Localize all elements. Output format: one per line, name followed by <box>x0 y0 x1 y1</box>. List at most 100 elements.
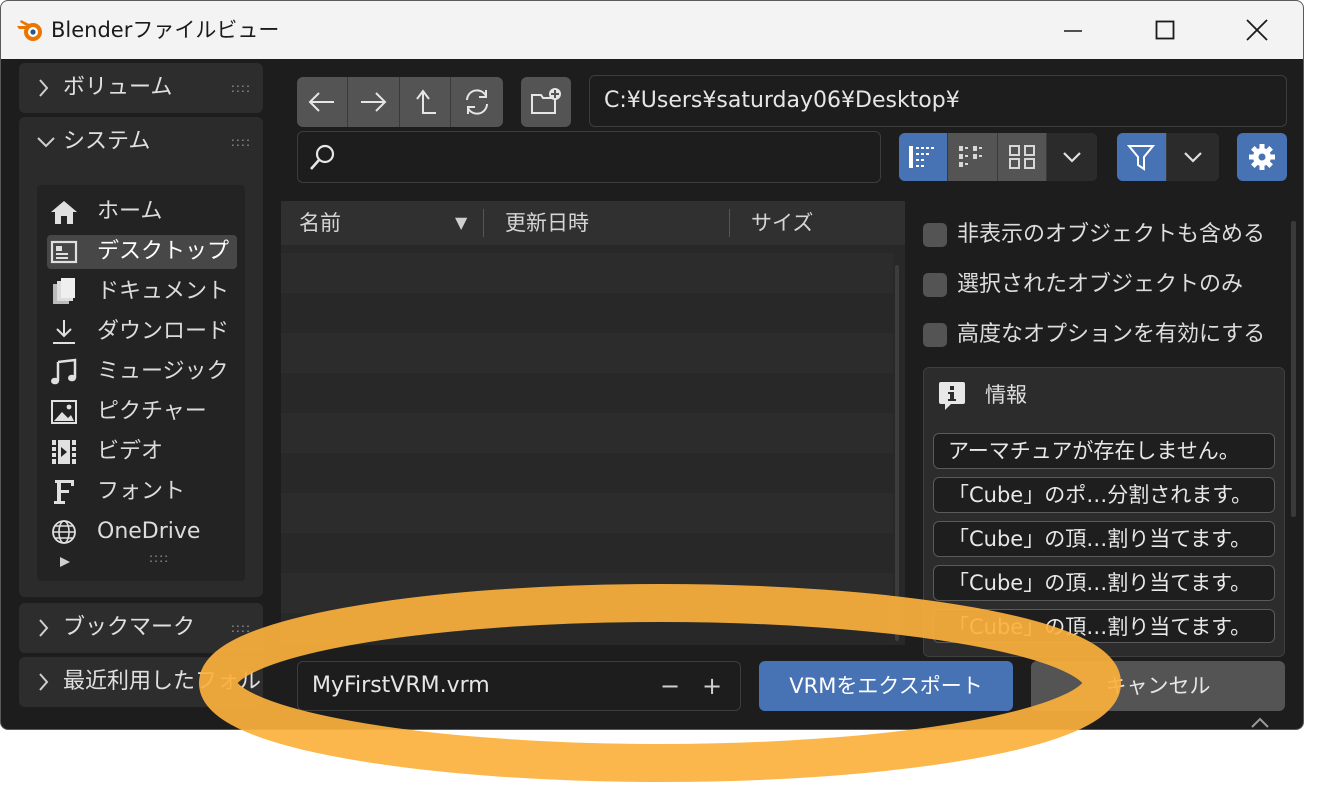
include-hidden-objects-option[interactable]: 非表示のオブジェクトも含める <box>923 219 1273 251</box>
sort-descending-icon[interactable]: ▼ <box>455 213 467 232</box>
title-bar[interactable]: Blenderファイルビュー <box>1 1 1303 59</box>
info-message: 「Cube」の頂…割り当てます。 <box>933 521 1275 557</box>
cancel-button[interactable]: キャンセル <box>1031 661 1285 711</box>
enable-advanced-options-option[interactable]: 高度なオプションを有効にする <box>923 319 1273 351</box>
system-item-videos[interactable]: ビデオ <box>47 435 237 469</box>
system-item-documents[interactable]: ドキュメント <box>47 275 237 309</box>
filter-group <box>1117 133 1219 181</box>
directory-path-field[interactable]: C:¥Users¥saturday06¥Desktop¥ <box>589 75 1287 127</box>
gear-icon <box>1249 144 1275 170</box>
chevron-up-icon[interactable] <box>1248 715 1272 729</box>
video-icon <box>52 440 76 464</box>
system-item-onedrive[interactable]: OneDrive <box>47 515 237 549</box>
minimize-icon <box>1064 30 1082 32</box>
system-item-home[interactable]: ホーム <box>47 195 237 229</box>
list-resize-grip[interactable]: :::: <box>149 551 169 565</box>
desktop-icon <box>50 240 78 264</box>
forward-button[interactable] <box>348 77 400 127</box>
chevron-down-icon <box>37 117 55 186</box>
window-title: Blenderファイルビュー <box>51 18 280 42</box>
settings-button-face <box>1237 133 1287 181</box>
new-folder-icon <box>531 88 561 114</box>
picture-icon <box>51 400 77 424</box>
checkbox[interactable] <box>923 323 947 347</box>
refresh-icon <box>465 89 488 115</box>
parent-directory-button[interactable] <box>400 77 451 127</box>
parent-dir-icon <box>415 89 436 114</box>
system-label: システム <box>63 129 151 154</box>
info-message: 「Cube」のポ…分割されます。 <box>933 477 1275 513</box>
checkbox[interactable] <box>923 223 947 247</box>
filter-toggle-button[interactable] <box>1117 133 1167 181</box>
close-button[interactable] <box>1211 1 1303 59</box>
back-arrow-icon <box>308 92 335 112</box>
documents-icon <box>53 278 75 304</box>
recent-folders-label: 最近利用したフォル <box>63 669 262 694</box>
file-list-row-stripe <box>281 413 893 453</box>
close-icon <box>1246 19 1268 41</box>
globe-icon <box>52 520 76 544</box>
selected-objects-only-option[interactable]: 選択されたオブジェクトのみ <box>923 269 1273 301</box>
recent-folders-section-header[interactable]: 最近利用したフォル <box>19 657 263 707</box>
column-header-modified[interactable]: 更新日時 <box>505 205 589 241</box>
filename-field[interactable]: MyFirstVRM.vrm − + <box>297 661 741 711</box>
maximize-button[interactable] <box>1119 1 1211 59</box>
navigation-button-group <box>297 77 503 127</box>
drag-grip[interactable]: :::: <box>231 117 251 167</box>
blender-file-view-window: Blenderファイルビュー ボリューム :::: システム :::: ホーム … <box>0 0 1304 730</box>
drag-grip[interactable]: :::: <box>231 63 251 113</box>
thumbnails-button[interactable] <box>998 133 1047 181</box>
home-icon <box>51 201 77 224</box>
music-icon <box>51 358 77 385</box>
bookmarks-section-header[interactable]: ブックマーク :::: <box>19 603 263 653</box>
volumes-label: ボリューム <box>63 75 173 100</box>
file-list-row-stripe <box>281 253 893 293</box>
drag-grip[interactable]: :::: <box>231 603 251 653</box>
blender-logo-icon <box>17 20 42 41</box>
bookmarks-label: ブックマーク <box>63 615 196 640</box>
filter-icon <box>1127 145 1156 171</box>
chevron-right-icon <box>37 657 51 707</box>
column-header-size[interactable]: サイズ <box>751 205 813 241</box>
info-message: 「Cube」の頂…割り当てます。 <box>933 609 1275 643</box>
info-title: 情報 <box>985 383 1027 407</box>
font-icon <box>54 480 74 504</box>
file-list-scrollbar[interactable] <box>895 265 899 641</box>
info-message: 「Cube」の頂…割り当てます。 <box>933 565 1275 601</box>
system-item-fonts[interactable]: フォント <box>47 475 237 509</box>
system-item-downloads[interactable]: ダウンロード <box>47 315 237 349</box>
display-settings-dropdown[interactable] <box>1046 133 1097 181</box>
system-item-desktop[interactable]: デスクトップ <box>47 235 237 269</box>
info-message: アーマチュアが存在しません。 <box>933 433 1275 469</box>
filename-text: MyFirstVRM.vrm <box>312 673 490 698</box>
export-vrm-button[interactable]: VRMをエクスポート <box>759 661 1013 711</box>
system-item-music[interactable]: ミュージック <box>47 355 237 389</box>
file-list-row-stripe <box>281 573 893 613</box>
settings-button[interactable] <box>1237 133 1287 181</box>
column-header-name[interactable]: 名前 <box>299 205 341 241</box>
expand-triangle-icon[interactable] <box>59 556 71 568</box>
system-item-pictures[interactable]: ピクチャー <box>47 395 237 429</box>
file-list-row-stripe <box>281 493 893 533</box>
column-divider[interactable] <box>729 209 730 237</box>
decrement-filename-button[interactable]: − <box>660 662 680 710</box>
increment-filename-button[interactable]: + <box>702 662 722 710</box>
checkbox[interactable] <box>923 273 947 297</box>
search-icon <box>310 144 335 170</box>
system-section-header[interactable]: システム :::: <box>19 117 263 167</box>
directory-path-text: C:¥Users¥saturday06¥Desktop¥ <box>604 88 960 113</box>
minimize-button[interactable] <box>1027 1 1119 59</box>
vertical-list-button[interactable] <box>899 133 949 181</box>
new-folder-button[interactable] <box>521 77 571 127</box>
system-locations-list: ホーム デスクトップ ドキュメント ダウンロード ミュージック ピクチャー ビデ… <box>37 185 245 581</box>
back-button[interactable] <box>297 77 349 127</box>
chevron-down-icon <box>1183 152 1202 163</box>
column-divider[interactable] <box>483 209 484 237</box>
horizontal-list-button[interactable] <box>948 133 998 181</box>
refresh-button[interactable] <box>451 77 503 127</box>
display-mode-group <box>899 133 1097 181</box>
filter-settings-dropdown[interactable] <box>1166 133 1219 181</box>
search-input[interactable] <box>297 131 881 183</box>
options-scrollbar[interactable] <box>1291 221 1296 517</box>
volumes-section-header[interactable]: ボリューム :::: <box>19 63 263 113</box>
